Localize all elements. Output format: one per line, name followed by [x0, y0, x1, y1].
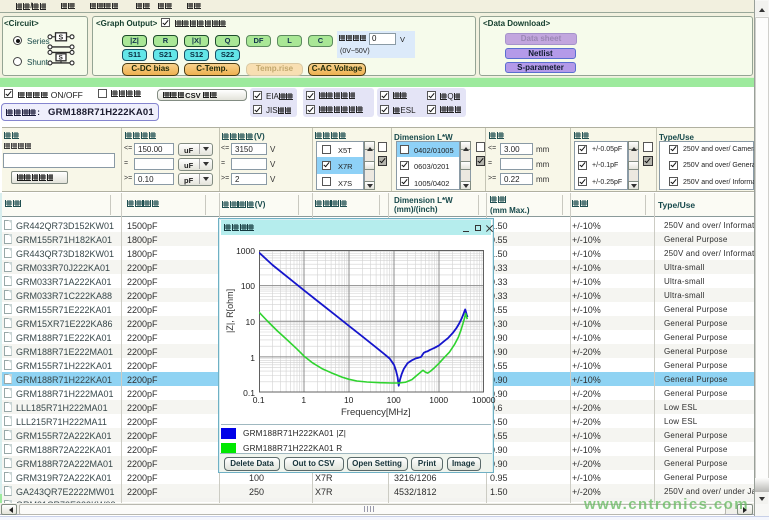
- svg-text:S: S: [59, 55, 64, 62]
- svg-text:S: S: [59, 34, 64, 41]
